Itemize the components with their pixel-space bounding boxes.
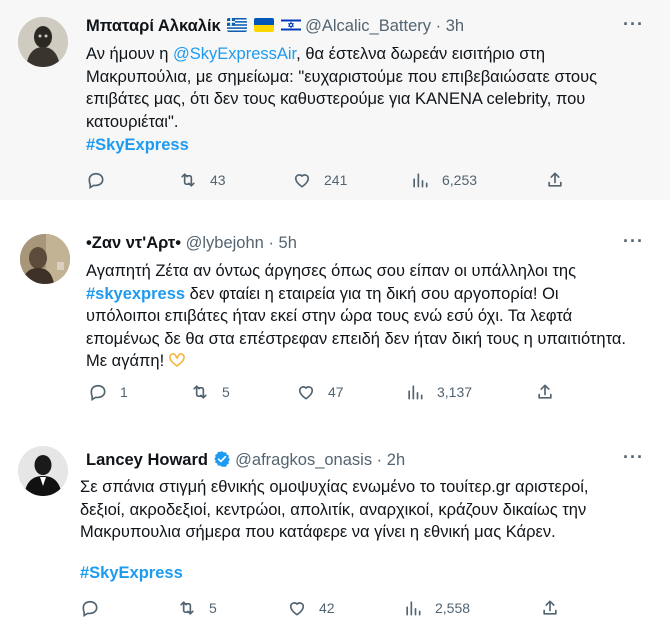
heart-icon	[292, 170, 312, 190]
avatar[interactable]	[18, 17, 68, 67]
avatar[interactable]	[18, 446, 68, 496]
greece-flag-icon	[227, 18, 248, 32]
text-line: Αγαπητή Ζέτα αν όντως άργησες όπως σου ε…	[86, 262, 577, 280]
retweet-count: 5	[209, 600, 217, 616]
heart-hands-emoji-icon	[168, 351, 185, 368]
retweet-button[interactable]: 5	[190, 382, 230, 402]
text-line: δεξιοί, ακροδεξιοί, κεντρώοι, απολιτίκ, …	[80, 500, 587, 519]
display-name[interactable]: Lancey Howard	[86, 451, 208, 469]
share-button[interactable]	[540, 598, 560, 618]
more-options-icon[interactable]: ···	[623, 231, 644, 252]
text-line: Μακρυπούλια, με σημείωμα: "ευχαριστούμε …	[86, 67, 598, 86]
retweet-count: 5	[222, 384, 230, 400]
tweet-header: Lancey Howard @afragkos_onasis · 2h	[86, 450, 406, 469]
tweet-separator	[0, 416, 670, 433]
retweet-button[interactable]: 43	[178, 170, 226, 190]
mention-link[interactable]: @SkyExpressAir	[173, 45, 296, 63]
retweet-count: 43	[210, 172, 226, 188]
tweet-separator	[0, 200, 670, 220]
timestamp[interactable]: 3h	[446, 17, 464, 35]
text-line: επομένως δε θα στα επέστρεφαν επειδή δεν…	[86, 329, 627, 348]
view-count: 3,137	[437, 384, 473, 400]
like-button[interactable]: 42	[287, 598, 335, 618]
share-button[interactable]	[545, 170, 565, 190]
view-count: 6,253	[442, 172, 478, 188]
retweet-icon	[178, 170, 198, 190]
views-button[interactable]: 6,253	[410, 170, 477, 190]
text-line: Μακρυπουλια σήμερα που κατάφερε να γίνει…	[80, 523, 556, 541]
share-icon	[545, 170, 565, 190]
reply-button[interactable]	[80, 598, 112, 618]
like-count: 241	[324, 172, 348, 188]
text-line: κατουριέται".	[86, 112, 179, 131]
timestamp[interactable]: 2h	[387, 451, 405, 469]
action-bar: 43 241 6,253	[0, 170, 670, 194]
reply-count: 1	[120, 384, 128, 400]
ukraine-flag-icon	[253, 18, 274, 32]
like-count: 47	[328, 384, 344, 400]
text-line: Αν ήμουν η @SkyExpressAir, θα έστελνα δω…	[86, 45, 546, 63]
share-button[interactable]	[535, 382, 555, 402]
reply-button[interactable]: 1	[88, 382, 128, 402]
user-handle[interactable]: @Alcalic_Battery	[305, 17, 431, 35]
view-count: 2,558	[435, 600, 471, 616]
reply-icon	[86, 170, 106, 190]
share-icon	[535, 382, 555, 402]
text-line: Σε σπάνια στιγμή εθνικής ομοψυχίας ενωμέ…	[80, 478, 589, 496]
tweet-lybejohn[interactable]: •Ζαν ντ'Αρτ• @lybejohn · 5h ··· Αγαπητή …	[0, 220, 670, 416]
hashtag-link[interactable]: #skyexpress	[86, 285, 185, 303]
like-button[interactable]: 47	[296, 382, 344, 402]
heart-icon	[296, 382, 316, 402]
reply-icon	[88, 382, 108, 402]
views-button[interactable]: 2,558	[403, 598, 470, 618]
user-handle[interactable]: @afragkos_onasis	[235, 451, 372, 469]
views-chart-icon	[403, 598, 423, 618]
action-bar: 5 42 2,558	[0, 598, 670, 622]
text-line: Με αγάπη!	[86, 350, 626, 373]
israel-flag-icon	[280, 18, 301, 32]
like-count: 42	[319, 600, 335, 616]
retweet-icon	[177, 598, 197, 618]
tweet-afragkos[interactable]: Lancey Howard @afragkos_onasis · 2h ··· …	[0, 433, 670, 642]
more-options-icon[interactable]: ···	[623, 447, 644, 468]
text-line: επιβάτες μας, ότι δεν τους καθυστερούμε …	[86, 90, 586, 108]
tweet-alcalic[interactable]: Μπαταρί Αλκαλίκ @Alcalic_Battery · 3h ··…	[0, 0, 670, 200]
timestamp[interactable]: 5h	[279, 234, 297, 252]
heart-icon	[287, 598, 307, 618]
more-options-icon[interactable]: ···	[623, 14, 644, 35]
retweet-button[interactable]: 5	[177, 598, 217, 618]
display-name[interactable]: •Ζαν ντ'Αρτ•	[86, 234, 181, 252]
tweet-text: Σε σπάνια στιγμή εθνικής ομοψυχίας ενωμέ…	[80, 476, 589, 544]
action-bar: 1 5 47 3,137	[0, 382, 670, 406]
reply-button[interactable]	[86, 170, 118, 190]
tweet-text: Αν ήμουν η @SkyExpressAir, θα έστελνα δω…	[86, 43, 597, 133]
tweet-text: Αγαπητή Ζέτα αν όντως άργησες όπως σου ε…	[86, 260, 626, 373]
retweet-icon	[190, 382, 210, 402]
hashtag-link[interactable]: #SkyExpress	[86, 136, 189, 155]
reply-icon	[80, 598, 100, 618]
display-name[interactable]: Μπαταρί Αλκαλίκ	[86, 17, 221, 35]
views-button[interactable]: 3,137	[405, 382, 472, 402]
hashtag-link[interactable]: #SkyExpress	[80, 564, 183, 583]
user-handle[interactable]: @lybejohn	[186, 234, 264, 252]
like-button[interactable]: 241	[292, 170, 347, 190]
tweet-header: •Ζαν ντ'Αρτ• @lybejohn · 5h	[86, 234, 297, 252]
text-line: #skyexpress δεν φταίει η εταιρεία για τη…	[86, 284, 559, 303]
avatar[interactable]	[20, 234, 70, 284]
tweet-header: Μπαταρί Αλκαλίκ @Alcalic_Battery · 3h	[86, 17, 465, 35]
views-chart-icon	[410, 170, 430, 190]
verified-badge-icon	[213, 450, 231, 468]
text-line: υπόλοιποι επιβάτες ήταν εκεί στην ώρα το…	[86, 307, 573, 325]
views-chart-icon	[405, 382, 425, 402]
share-icon	[540, 598, 560, 618]
